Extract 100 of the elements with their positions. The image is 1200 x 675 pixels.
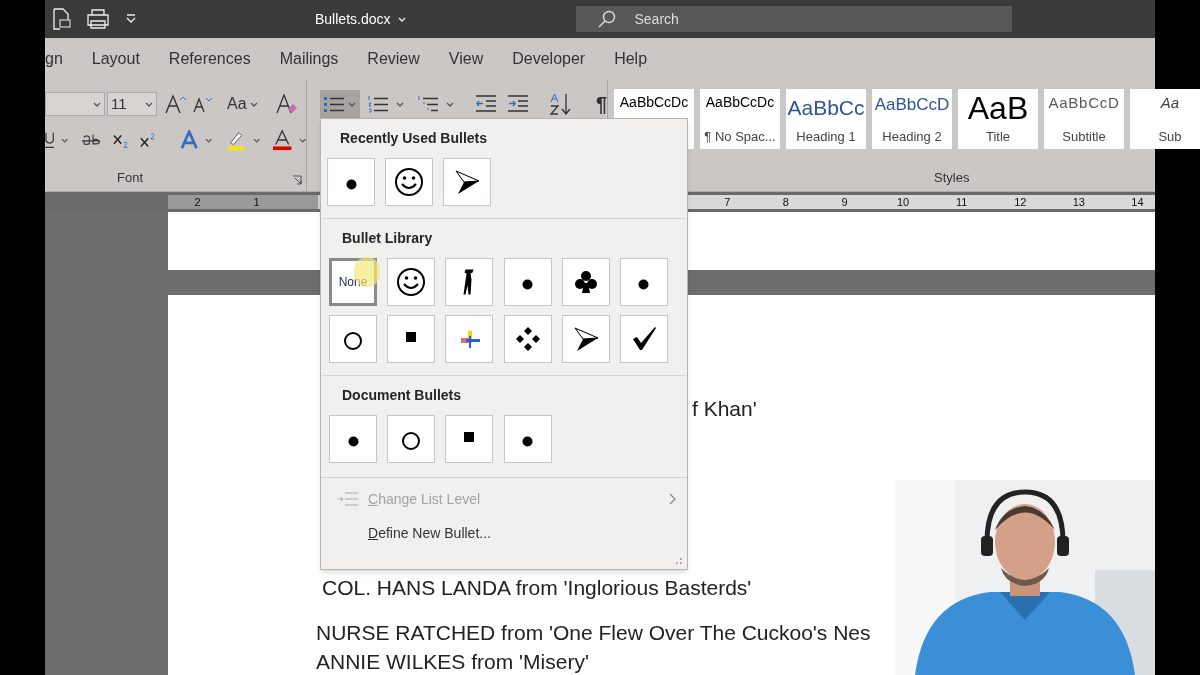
- bullet-option[interactable]: [387, 258, 436, 306]
- style-name: Title: [985, 127, 1011, 146]
- square-icon: [464, 432, 475, 442]
- style-preview: AaB: [967, 92, 1029, 124]
- style-preview: AaBbCcD: [874, 94, 950, 116]
- search-field[interactable]: Search: [576, 6, 1013, 32]
- style-name: Sub: [1158, 127, 1182, 146]
- caret-icon: [398, 16, 407, 22]
- group-label: Font: [117, 168, 143, 187]
- clear-formatting-icon[interactable]: [275, 93, 298, 115]
- ruler-number: 10: [895, 194, 911, 210]
- ribbon-tab[interactable]: References: [168, 47, 251, 71]
- dot-icon: [345, 178, 357, 190]
- font-name-field[interactable]: [45, 92, 105, 116]
- ruler-number: 14: [1130, 194, 1145, 210]
- ruler-number: 9: [840, 194, 849, 210]
- bullet-option[interactable]: [503, 415, 552, 463]
- increase-indent-icon[interactable]: [507, 95, 528, 113]
- caret-icon: [298, 137, 306, 143]
- font-color-icon[interactable]: [273, 129, 292, 151]
- decrease-indent-icon[interactable]: [475, 95, 496, 113]
- ribbon-tab[interactable]: Help: [614, 47, 648, 71]
- ribbon-tab[interactable]: Layout: [91, 47, 140, 71]
- show-formatting-button[interactable]: ¶: [595, 89, 607, 119]
- bullet-option[interactable]: [387, 415, 436, 463]
- underline-icon[interactable]: [45, 131, 55, 149]
- smiley-icon: [396, 267, 427, 297]
- printer-icon[interactable]: [87, 9, 109, 29]
- caret-icon: [252, 137, 261, 143]
- ruler-number: 13: [1071, 194, 1086, 210]
- ruler-number: 11: [954, 194, 969, 210]
- ruler-number: 2: [193, 194, 202, 210]
- section-title: Document Bullets: [342, 386, 462, 405]
- text-effects-icon[interactable]: [179, 130, 199, 150]
- indent-icon: [337, 492, 359, 506]
- bullet-option[interactable]: [445, 415, 494, 463]
- grow-font-icon[interactable]: [165, 94, 187, 114]
- caret-icon: [61, 137, 69, 143]
- bullet-option[interactable]: None: [329, 258, 377, 306]
- multilevel-list-icon[interactable]: [417, 95, 438, 113]
- shrink-font-icon[interactable]: [193, 95, 213, 113]
- caret-icon: [396, 101, 404, 107]
- bullet-option[interactable]: [503, 258, 552, 306]
- bullet-option[interactable]: [503, 315, 552, 363]
- caret-icon: [445, 101, 454, 107]
- customize-toolbar-icon[interactable]: [125, 14, 137, 24]
- bullets-button[interactable]: [320, 90, 360, 118]
- bullet-option[interactable]: [619, 315, 668, 363]
- style-option[interactable]: AaB Title: [958, 89, 1038, 149]
- change-case-button[interactable]: Aa: [227, 92, 258, 116]
- dot-icon: [347, 435, 359, 447]
- document-printer-icon[interactable]: [53, 8, 71, 30]
- dialog-launcher-icon[interactable]: [292, 175, 302, 185]
- window-title: Bullets.docx: [315, 9, 391, 29]
- bullet-option[interactable]: [329, 315, 377, 363]
- ribbon-tab[interactable]: Mailings: [279, 47, 339, 71]
- bullet-option[interactable]: [619, 258, 668, 306]
- ribbon-tab[interactable]: View: [448, 47, 484, 71]
- smiley-icon: [394, 167, 425, 197]
- bullet-option[interactable]: [327, 158, 375, 206]
- bullet-option[interactable]: [385, 158, 434, 206]
- highlighter-icon[interactable]: [225, 129, 246, 151]
- style-option[interactable]: Aa Sub: [1130, 89, 1200, 149]
- ribbon-tab[interactable]: Developer: [512, 47, 586, 71]
- bullet-option[interactable]: [329, 415, 377, 463]
- strikethrough-icon[interactable]: [81, 132, 100, 148]
- ruler-number: 12: [1013, 194, 1028, 210]
- bullet-option[interactable]: [445, 258, 494, 306]
- style-option[interactable]: AaBbCc Heading 1: [786, 89, 866, 149]
- sort-icon[interactable]: [549, 93, 572, 115]
- numbered-list-icon[interactable]: [368, 95, 388, 113]
- ribbon-tab[interactable]: gn: [45, 47, 63, 71]
- caret-icon: [145, 101, 153, 107]
- ruler-number: 1: [252, 194, 261, 210]
- ribbon-tab[interactable]: Review: [367, 47, 420, 71]
- group-label: Styles: [934, 168, 970, 187]
- section-title: Recently Used Bullets: [340, 129, 489, 148]
- style-preview: AaBbCcDc: [705, 93, 775, 112]
- document-text: f Khan': [692, 397, 758, 422]
- resize-grip-icon[interactable]: [675, 557, 683, 565]
- style-name: Heading 1: [796, 127, 856, 146]
- style-name: Subtitle: [1062, 127, 1106, 146]
- bullet-option[interactable]: [561, 258, 610, 306]
- style-option[interactable]: AaBbCcD Heading 2: [872, 89, 952, 149]
- superscript-icon[interactable]: [140, 131, 157, 149]
- bullet-option[interactable]: [443, 158, 492, 206]
- style-name: ¶ No Spac...: [704, 127, 776, 146]
- menu-item-label: Change List Level: [368, 489, 481, 509]
- font-size-field[interactable]: 11: [107, 92, 157, 116]
- style-preview: AaBbCcDc: [619, 93, 689, 112]
- bullet-option[interactable]: [561, 315, 610, 363]
- bulleted-list-icon: [324, 95, 344, 113]
- document-text: ANNIE WILKES from 'Misery': [316, 650, 590, 674]
- bullet-option[interactable]: [387, 315, 436, 363]
- style-name: Heading 2: [882, 127, 942, 146]
- style-option[interactable]: AaBbCcD Subtitle: [1044, 89, 1124, 149]
- style-option[interactable]: AaBbCcDc ¶ No Spac...: [700, 89, 780, 149]
- dot-icon: [522, 278, 533, 290]
- document-text: COL. HANS LANDA from 'Inglorious Basterds': [322, 576, 753, 600]
- style-preview: AaBbCc: [787, 95, 865, 121]
